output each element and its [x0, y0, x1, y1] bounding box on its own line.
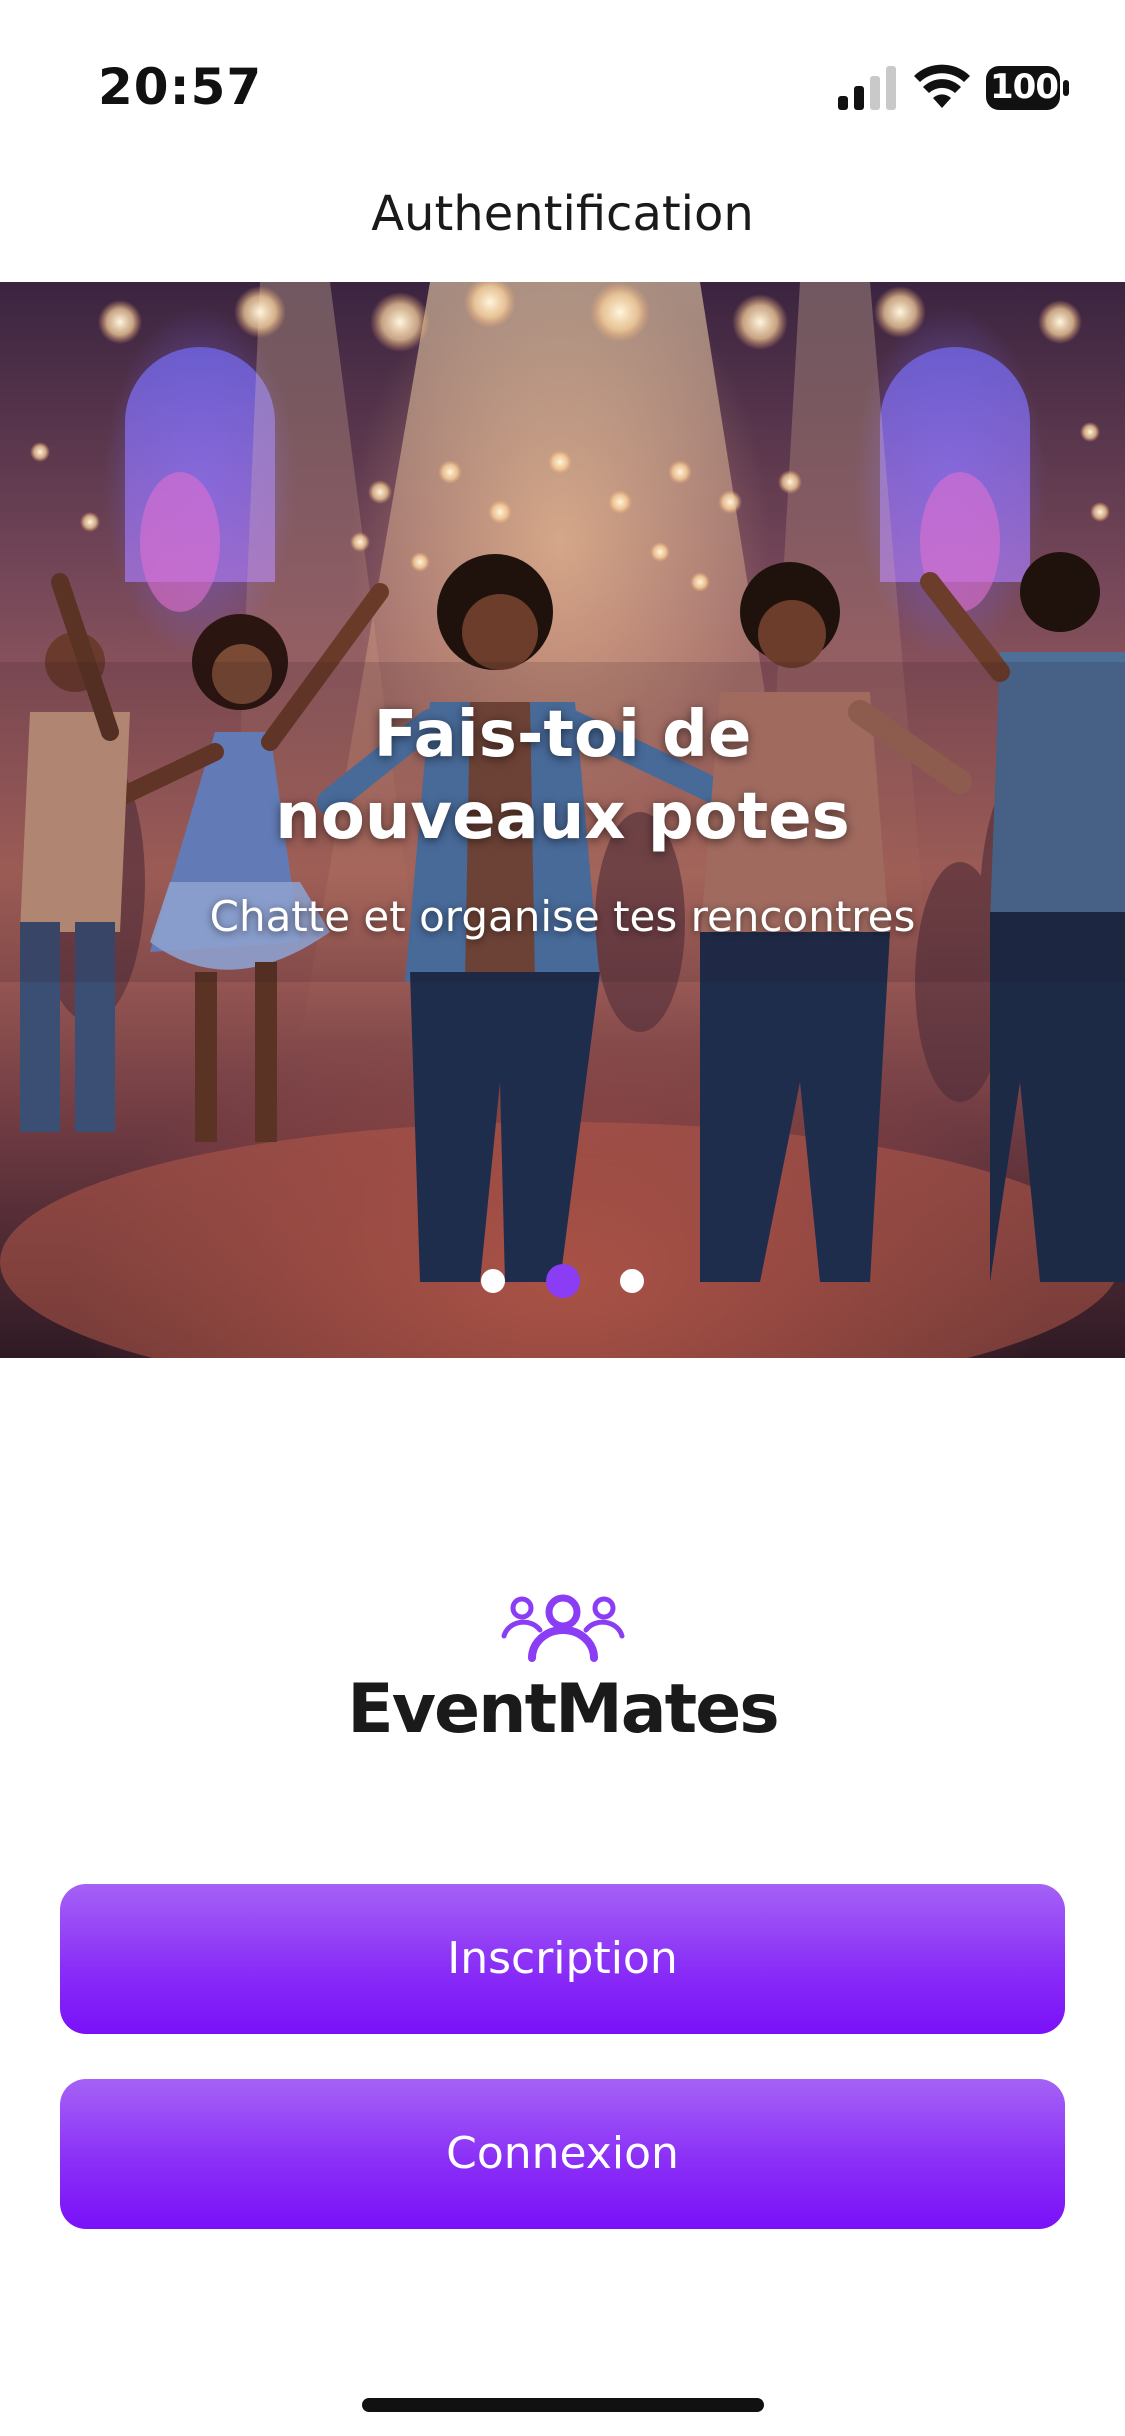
status-bar: 20:57 100	[0, 0, 1125, 170]
brand-name: EventMates	[347, 1670, 779, 1749]
status-time: 20:57	[98, 58, 263, 116]
battery-level: 100	[990, 67, 1059, 107]
group-people-icon	[501, 1594, 625, 1662]
wifi-icon	[914, 64, 970, 108]
hero-title-line-2: nouveaux potes	[275, 780, 850, 854]
onboarding-carousel[interactable]: Fais-toi de nouveaux potes Chatte et org…	[0, 282, 1125, 1358]
auth-screen: 20:57 100 Authentification Fais-toi de n…	[0, 0, 1125, 2436]
home-indicator[interactable]	[362, 2398, 764, 2412]
carousel-pager	[0, 1264, 1125, 1298]
pager-dot-3[interactable]	[619, 1269, 644, 1293]
login-button[interactable]: Connexion	[60, 2079, 1065, 2229]
pager-dot-2-active[interactable]	[545, 1264, 580, 1298]
signal-icon	[838, 66, 896, 110]
signup-button[interactable]: Inscription	[60, 1884, 1065, 2034]
pager-dot-1[interactable]	[481, 1269, 506, 1293]
hero-subtitle: Chatte et organise tes rencontres	[209, 892, 916, 941]
page-title: Authentification	[371, 186, 754, 242]
hero-title-line-1: Fais-toi de	[373, 698, 752, 772]
hero-title: Fais-toi de nouveaux potes	[0, 694, 1125, 858]
